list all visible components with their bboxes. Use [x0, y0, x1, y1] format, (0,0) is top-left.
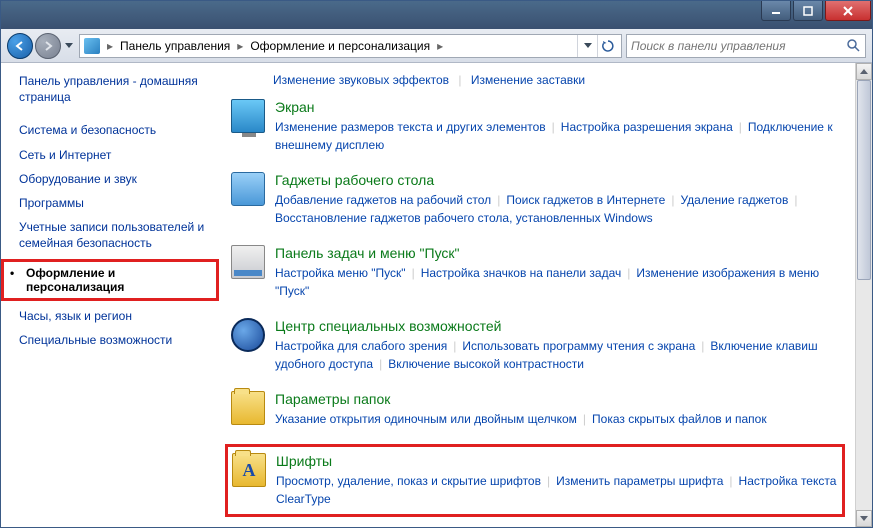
- category-title[interactable]: Шрифты: [276, 453, 838, 469]
- sidebar-item[interactable]: Система и безопасность: [19, 119, 215, 141]
- search-input[interactable]: [631, 39, 845, 53]
- scroll-up-button[interactable]: [856, 63, 872, 80]
- category-taskbar: Панель задач и меню "Пуск" Настройка меню…: [229, 243, 845, 302]
- category-font: A Шрифты Просмотр, удаление, показ и скрыт…: [225, 444, 845, 517]
- category-link[interactable]: Показ скрытых файлов и папок: [592, 412, 767, 426]
- category-links: Указание открытия одиночным или двойным …: [275, 410, 843, 428]
- sidebar-item[interactable]: Часы, язык и регион: [19, 305, 215, 327]
- category-link[interactable]: Настройка значков на панели задач: [421, 266, 622, 280]
- sidebar: Панель управления - домашняя страница Си…: [1, 63, 221, 527]
- chevron-right-icon[interactable]: ▸: [234, 39, 246, 53]
- category-monitor: Экран Изменение размеров текста и других …: [229, 97, 845, 156]
- search-box[interactable]: [626, 34, 866, 58]
- sidebar-item-current[interactable]: Оформление и персонализация: [1, 259, 219, 301]
- category-link[interactable]: Добавление гаджетов на рабочий стол: [275, 193, 491, 207]
- top-links: Изменение звуковых эффектов | Изменение …: [273, 73, 845, 87]
- sidebar-item[interactable]: Учетные записи пользователей и семейная …: [19, 216, 215, 254]
- scrollbar[interactable]: [855, 63, 872, 527]
- category-link[interactable]: Настройка меню "Пуск": [275, 266, 406, 280]
- close-button[interactable]: [825, 1, 871, 21]
- minimize-button[interactable]: [761, 1, 791, 21]
- category-links: Настройка для слабого зрения|Использоват…: [275, 337, 843, 373]
- category-link[interactable]: Указание открытия одиночным или двойным …: [275, 412, 577, 426]
- category-link[interactable]: Настройка для слабого зрения: [275, 339, 447, 353]
- category-links: Настройка меню "Пуск"|Настройка значков …: [275, 264, 843, 300]
- chevron-right-icon[interactable]: ▸: [434, 39, 446, 53]
- control-panel-icon: [84, 38, 100, 54]
- category-links: Изменение размеров текста и других элеме…: [275, 118, 843, 154]
- ease-icon: [231, 318, 265, 352]
- sidebar-item[interactable]: Программы: [19, 192, 215, 214]
- category-link[interactable]: Поиск гаджетов в Интернете: [506, 193, 665, 207]
- scroll-down-button[interactable]: [856, 510, 872, 527]
- category-gadget: Гаджеты рабочего стола Добавление гаджето…: [229, 170, 845, 229]
- taskbar-icon: [231, 245, 265, 279]
- category-link[interactable]: Изменить параметры шрифта: [556, 474, 723, 488]
- category-link[interactable]: Просмотр, удаление, показ и скрытие шриф…: [276, 474, 541, 488]
- gadget-icon: [231, 172, 265, 206]
- category-link[interactable]: Использовать программу чтения с экрана: [462, 339, 695, 353]
- link-screensaver[interactable]: Изменение заставки: [471, 73, 585, 87]
- category-link[interactable]: Изменение размеров текста и других элеме…: [275, 120, 546, 134]
- sidebar-home-link[interactable]: Панель управления - домашняя страница: [19, 73, 215, 105]
- search-icon[interactable]: [845, 39, 861, 52]
- refresh-button[interactable]: [597, 35, 617, 57]
- forward-button[interactable]: [35, 33, 61, 59]
- sidebar-item-label: Оформление и персонализация: [8, 266, 212, 294]
- breadcrumb-item[interactable]: Оформление и персонализация: [250, 39, 430, 53]
- maximize-button[interactable]: [793, 1, 823, 21]
- font-icon: A: [232, 453, 266, 487]
- category-title[interactable]: Центр специальных возможностей: [275, 318, 843, 334]
- sidebar-item[interactable]: Сеть и Интернет: [19, 144, 215, 166]
- category-link[interactable]: Удаление гаджетов: [680, 193, 788, 207]
- category-ease: Центр специальных возможностей Настройка …: [229, 316, 845, 375]
- category-title[interactable]: Панель задач и меню "Пуск": [275, 245, 843, 261]
- category-folder: Параметры папок Указание открытия одиночн…: [229, 389, 845, 430]
- category-title[interactable]: Экран: [275, 99, 843, 115]
- main-content: Изменение звуковых эффектов | Изменение …: [221, 63, 855, 527]
- chevron-right-icon[interactable]: ▸: [104, 39, 116, 53]
- nav-history-dropdown[interactable]: [63, 43, 75, 49]
- address-dropdown[interactable]: [577, 35, 597, 57]
- control-panel-window: ▸ Панель управления ▸ Оформление и персо…: [0, 0, 873, 528]
- category-link[interactable]: Включение высокой контрастности: [388, 357, 584, 371]
- sidebar-item[interactable]: Оборудование и звук: [19, 168, 215, 190]
- folder-icon: [231, 391, 265, 425]
- breadcrumb-item[interactable]: Панель управления: [120, 39, 230, 53]
- back-button[interactable]: [7, 33, 33, 59]
- monitor-icon: [231, 99, 265, 133]
- category-links: Просмотр, удаление, показ и скрытие шриф…: [276, 472, 838, 508]
- titlebar: [1, 1, 872, 29]
- link-sound-effects[interactable]: Изменение звуковых эффектов: [273, 73, 449, 87]
- category-link[interactable]: Восстановление гаджетов рабочего стола, …: [275, 211, 653, 225]
- category-links: Добавление гаджетов на рабочий стол|Поис…: [275, 191, 843, 227]
- category-title[interactable]: Гаджеты рабочего стола: [275, 172, 843, 188]
- category-link[interactable]: Настройка разрешения экрана: [561, 120, 733, 134]
- navbar: ▸ Панель управления ▸ Оформление и персо…: [1, 29, 872, 63]
- sidebar-item[interactable]: Специальные возможности: [19, 329, 215, 351]
- scroll-thumb[interactable]: [857, 80, 871, 280]
- address-bar[interactable]: ▸ Панель управления ▸ Оформление и персо…: [79, 34, 622, 58]
- category-title[interactable]: Параметры папок: [275, 391, 843, 407]
